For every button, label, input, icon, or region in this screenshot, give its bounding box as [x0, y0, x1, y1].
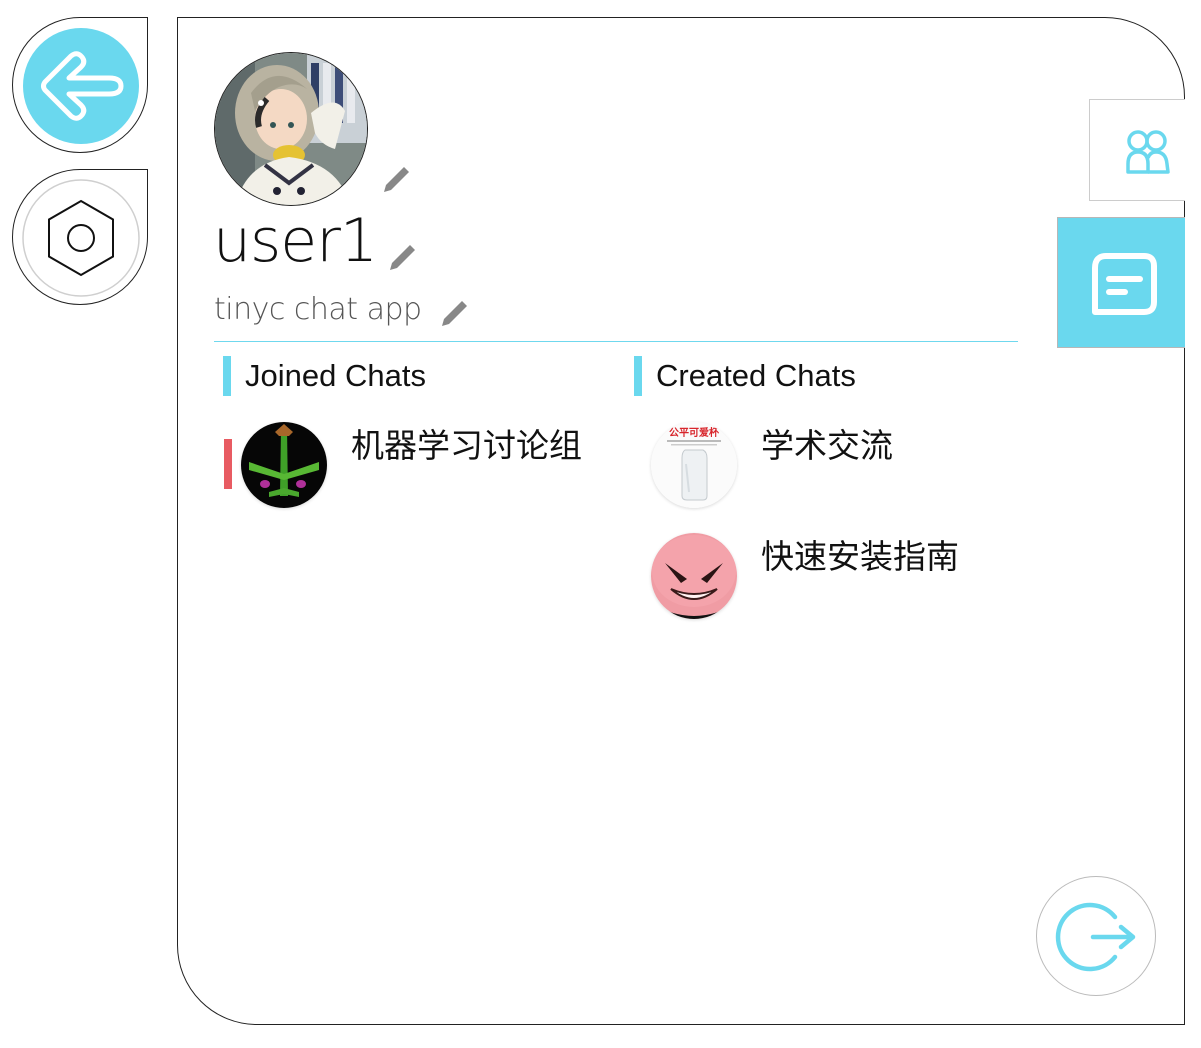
joined-chats-header: Joined Chats	[223, 356, 426, 396]
chat-bubble-icon	[1092, 253, 1157, 315]
joined-chat-item[interactable]: 机器学习讨论组	[224, 422, 601, 512]
created-chat-item[interactable]: 快速安装指南	[651, 533, 991, 623]
chat-name: 快速安装指南	[761, 537, 959, 576]
section-divider	[214, 341, 1018, 342]
created-chat-item[interactable]: 公平可爱杯 学术交流	[651, 422, 991, 512]
user-avatar-image	[215, 53, 367, 205]
username: user1	[213, 206, 378, 276]
avatar-caption: 公平可爱杯	[669, 426, 720, 439]
edit-avatar-pencil-icon[interactable]	[380, 164, 412, 196]
logout-icon	[1055, 902, 1136, 972]
settings-button[interactable]	[12, 169, 148, 305]
airplane-avatar-image	[241, 422, 327, 508]
chat-avatar	[651, 533, 737, 619]
pink-face-avatar-image	[651, 533, 737, 619]
members-tab[interactable]	[1089, 99, 1185, 201]
hexagon-settings-icon	[22, 179, 140, 297]
back-button[interactable]	[12, 17, 148, 153]
user-avatar[interactable]	[214, 52, 368, 206]
unread-indicator	[224, 439, 232, 489]
chats-tab[interactable]	[1057, 217, 1185, 348]
created-chats-header: Created Chats	[634, 356, 856, 396]
profile-card: user1 tinyc chat app Joined Chats Create…	[177, 17, 1185, 1025]
user-tagline: tinyc chat app	[214, 292, 422, 327]
chat-name: 学术交流	[761, 426, 893, 465]
logout-button[interactable]	[1036, 876, 1156, 996]
chat-avatar	[241, 422, 327, 508]
chat-name: 机器学习讨论组	[351, 426, 582, 465]
edit-tagline-pencil-icon[interactable]	[438, 298, 470, 330]
users-icon	[1126, 130, 1170, 174]
edit-username-pencil-icon[interactable]	[386, 242, 418, 274]
chat-avatar: 公平可爱杯	[651, 422, 737, 508]
arrow-left-icon	[23, 28, 139, 144]
glass-bottle-avatar-image: 公平可爱杯	[651, 422, 737, 508]
